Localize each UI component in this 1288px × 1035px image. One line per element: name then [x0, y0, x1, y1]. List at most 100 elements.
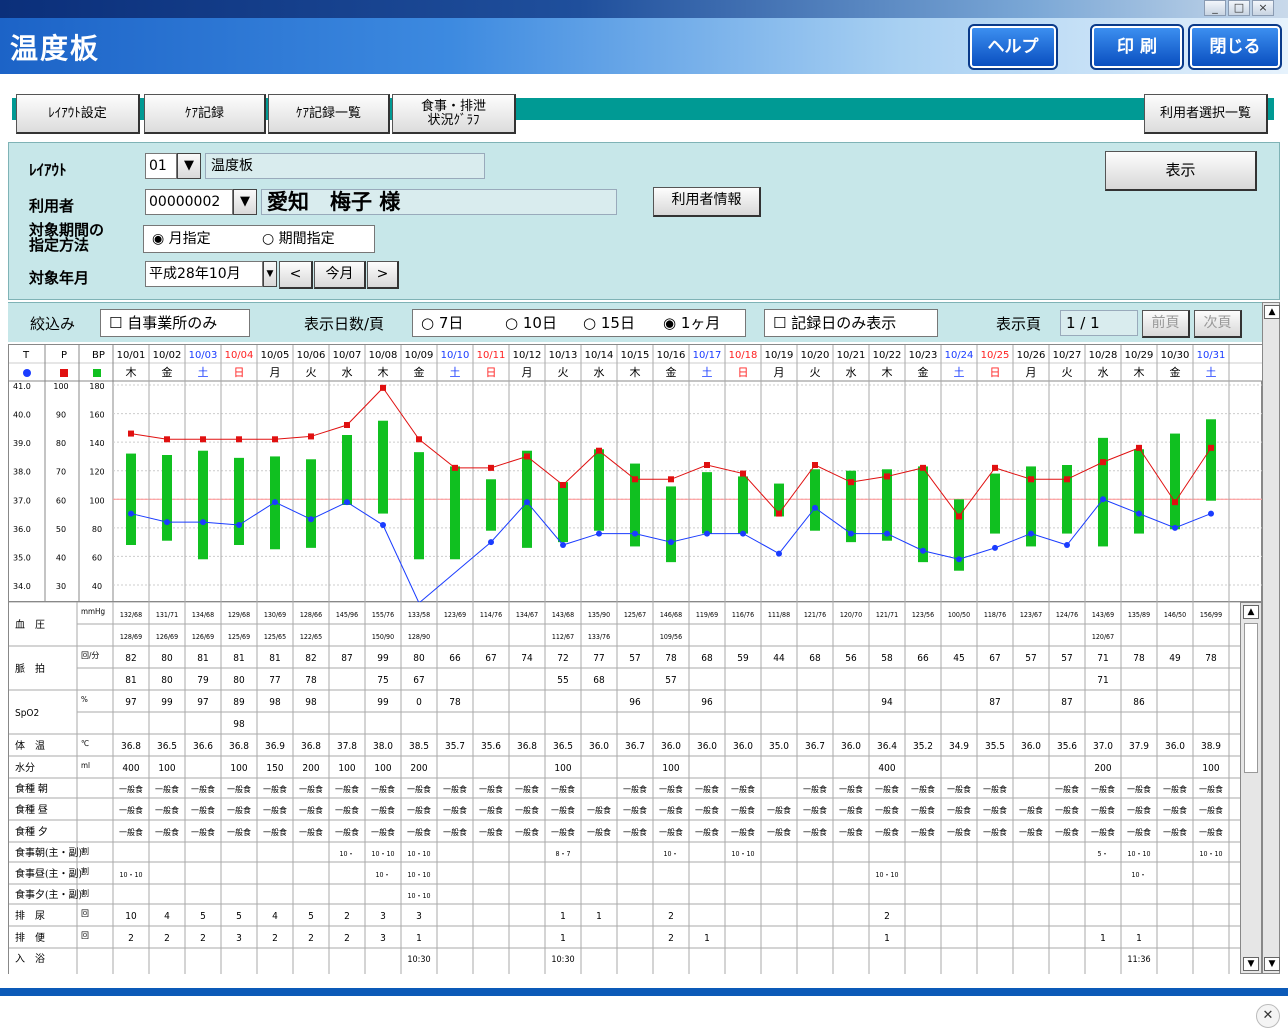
minimize-button[interactable]: _	[1204, 0, 1226, 16]
this-month-button[interactable]: 今月	[314, 261, 366, 289]
table-cell: 200	[302, 763, 319, 774]
next-page-button[interactable]: 次頁	[1194, 310, 1242, 338]
table-cell: 2	[344, 911, 350, 922]
table-cell: 116/76	[732, 611, 754, 619]
bottom-bar	[0, 988, 1288, 996]
scroll-thumb[interactable]	[1244, 623, 1258, 773]
radio-1-month[interactable]: ◉ 1ヶ月	[663, 310, 720, 336]
table-cell: 77	[593, 653, 604, 664]
weekday-label: 土	[702, 366, 713, 379]
maximize-button[interactable]: □	[1228, 0, 1250, 16]
page-scrollbar[interactable]: ▲ ▼	[1262, 302, 1280, 974]
scroll-up-icon[interactable]: ▲	[1243, 605, 1259, 619]
layout-code-field[interactable]: 01	[145, 153, 177, 179]
print-button[interactable]: 印 刷	[1090, 24, 1184, 70]
table-cell: 57	[629, 653, 640, 664]
table-cell: 1	[1100, 933, 1106, 944]
user-info-button[interactable]: 利用者情報	[653, 187, 761, 217]
radio-month[interactable]: ◉ 月指定	[152, 226, 211, 252]
bp-tick-label: 80	[92, 525, 102, 534]
table-cell: 126/69	[156, 633, 178, 641]
table-cell: 124/76	[1056, 611, 1078, 619]
pulse-point	[380, 384, 386, 391]
bp-bar	[126, 453, 136, 545]
date-label: 10/16	[657, 350, 686, 361]
target-month-select[interactable]: 平成28年10月	[145, 261, 263, 287]
scroll-up-icon[interactable]: ▲	[1264, 305, 1280, 319]
table-cell: 一般食	[875, 784, 899, 794]
vitals-table: 血 圧 mmHg 脈 拍 回/分 SpO2% 体 温 ℃ 水分 ml 食種 朝食種 昼食種 夕食事…	[8, 602, 1240, 974]
tab-layout-settings[interactable]: ﾚｲｱｳﾄ設定	[16, 94, 140, 134]
date-label: 10/13	[549, 350, 578, 361]
pulse-point	[812, 462, 818, 468]
table-cell: 123/67	[1020, 611, 1042, 619]
close-icon[interactable]: ✕	[1256, 1004, 1280, 1028]
scroll-down-icon[interactable]: ▼	[1243, 957, 1259, 971]
table-cell: 2	[272, 933, 278, 944]
temperature-point	[164, 519, 170, 526]
row-label: 食事昼(主・副)	[15, 867, 82, 880]
table-cell: 121/76	[804, 611, 826, 619]
pulse-point	[920, 464, 926, 471]
pulse-point	[1100, 459, 1106, 466]
table-cell: 120/67	[1092, 633, 1114, 641]
table-cell: 10・10	[407, 871, 430, 879]
prev-month-button[interactable]: <	[279, 261, 313, 289]
weekday-label: 月	[270, 366, 281, 379]
table-cell: 67	[413, 675, 424, 686]
radio-10-days[interactable]: ○ 10日	[505, 310, 557, 336]
date-label: 10/10	[441, 350, 470, 361]
weekday-label: 水	[594, 366, 605, 379]
month-dropdown-button[interactable]: ▼	[263, 261, 277, 287]
help-button[interactable]: ヘルプ	[968, 24, 1058, 70]
page-display: 1 / 1	[1060, 310, 1138, 336]
table-cell: 89	[233, 697, 245, 708]
record-days-only-checkbox[interactable]: ☐ 記録日のみ表示	[764, 309, 938, 337]
next-month-button[interactable]: >	[367, 261, 399, 289]
radio-7-days[interactable]: ○ 7日	[421, 310, 463, 336]
bp-bar	[738, 476, 748, 534]
table-cell: 100	[554, 763, 571, 774]
table-cell: 35.5	[985, 741, 1005, 752]
date-label: 10/19	[765, 350, 794, 361]
prev-page-button[interactable]: 前頁	[1142, 310, 1190, 338]
table-cell: 135/90	[588, 611, 610, 619]
radio-15-days[interactable]: ○ 15日	[583, 310, 635, 336]
unit-label: 割	[81, 846, 89, 856]
tab-care-record[interactable]: ｹｱ記録	[144, 94, 266, 134]
user-code-field[interactable]: 00000002	[145, 189, 233, 215]
bp-bar	[414, 452, 424, 560]
user-select-list-button[interactable]: 利用者選択一覧	[1144, 94, 1268, 134]
temperature-point	[1136, 510, 1142, 517]
user-dropdown-button[interactable]: ▼	[233, 189, 257, 215]
table-cell: 一般食	[443, 784, 467, 794]
temperature-point	[812, 504, 818, 511]
pulse-point	[200, 436, 206, 443]
bp-tick-label: 40	[92, 582, 102, 591]
radio-period[interactable]: ○ 期間指定	[262, 226, 335, 252]
bp-bar	[342, 435, 352, 505]
date-label: 10/03	[189, 350, 218, 361]
user-label: 利用者	[29, 197, 75, 215]
table-cell: 11:36	[1127, 955, 1150, 965]
date-label: 10/01	[117, 350, 146, 361]
table-cell: 一般食	[443, 827, 467, 837]
own-office-only-checkbox[interactable]: ☐ 自事業所のみ	[100, 309, 250, 337]
weekday-label: 火	[810, 366, 821, 379]
pulse-point	[740, 470, 746, 477]
scroll-down-icon[interactable]: ▼	[1264, 957, 1280, 971]
table-cell: 38.9	[1201, 741, 1221, 752]
tab-care-record-list[interactable]: ｹｱ記録一覧	[268, 94, 390, 134]
display-button[interactable]: 表示	[1105, 151, 1257, 191]
layout-dropdown-button[interactable]: ▼	[177, 153, 201, 179]
weekday-label: 木	[1134, 366, 1145, 379]
t-tick-label: 41.0	[13, 382, 31, 391]
close-button[interactable]: 閉じる	[1188, 24, 1282, 70]
table-cell: 150/90	[372, 633, 394, 641]
window-close-button[interactable]: ×	[1252, 0, 1274, 16]
tab-meal-excretion-graph[interactable]: 食事・排泄 状況ｸﾞﾗﾌ	[392, 94, 516, 134]
table-scrollbar[interactable]: ▲ ▼	[1240, 602, 1262, 974]
table-cell: 一般食	[1163, 805, 1187, 815]
bp-tick-label: 180	[89, 382, 104, 391]
table-cell: 10・	[375, 871, 390, 879]
